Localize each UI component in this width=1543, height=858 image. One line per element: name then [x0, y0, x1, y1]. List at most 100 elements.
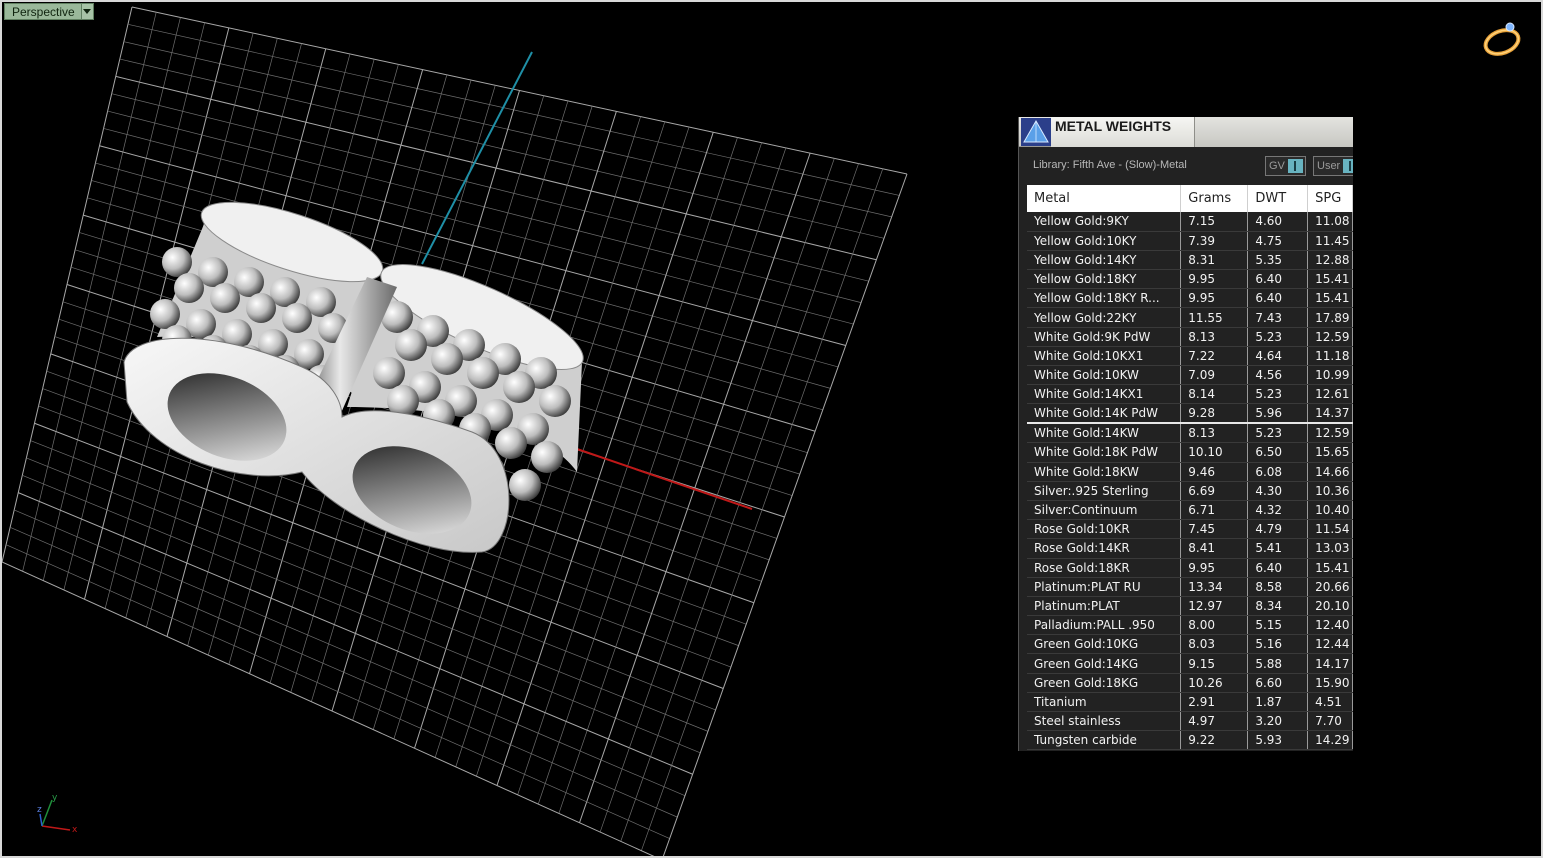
table-row[interactable]: Yellow Gold:14KY 8.31 5.35 12.88	[1027, 250, 1353, 271]
panel-empty-tab	[1195, 117, 1353, 147]
table-row[interactable]: White Gold:14KX1 8.14 5.23 12.61	[1027, 384, 1353, 405]
column-header-grams[interactable]: Grams	[1180, 185, 1249, 212]
table-row[interactable]: Palladium:PALL .950 8.00 5.15 12.40	[1027, 615, 1353, 636]
cell-metal: Platinum:PLAT RU	[1027, 577, 1182, 597]
cell-metal: White Gold:14KW	[1027, 423, 1182, 444]
table-row[interactable]: Silver:.925 Sterling 6.69 4.30 10.36	[1027, 481, 1353, 501]
cell-metal: Yellow Gold:18KY R...	[1027, 288, 1182, 309]
cell-metal: Rose Gold:10KR	[1027, 519, 1182, 540]
cell-metal: White Gold:9K PdW	[1027, 327, 1182, 347]
cell-spg: 10.99	[1307, 365, 1353, 386]
ring-bump	[509, 469, 541, 501]
table-row[interactable]: White Gold:10KW 7.09 4.56 10.99	[1027, 365, 1353, 386]
viewport-name[interactable]: Perspective	[5, 4, 81, 19]
column-header-spg[interactable]: SPG	[1307, 185, 1353, 212]
cell-metal: White Gold:14KX1	[1027, 384, 1182, 405]
gv-toggle-switch[interactable]	[1287, 159, 1303, 173]
table-row[interactable]: Yellow Gold:10KY 7.39 4.75 11.45	[1027, 231, 1353, 251]
column-header-dwt[interactable]: DWT	[1247, 185, 1309, 212]
cell-metal: Palladium:PALL .950	[1027, 615, 1182, 636]
axis-label-z: z	[37, 805, 42, 815]
cell-spg: 20.10	[1307, 596, 1353, 617]
table-row[interactable]: Silver:Continuum 6.71 4.32 10.40	[1027, 500, 1353, 521]
cell-spg: 12.59	[1307, 423, 1353, 444]
grid-line	[662, 173, 908, 856]
table-row[interactable]: White Gold:18KW 9.46 6.08 14.66	[1027, 462, 1353, 482]
cell-dwt: 5.41	[1247, 538, 1309, 559]
cell-spg: 14.66	[1307, 462, 1353, 482]
cell-dwt: 6.50	[1247, 442, 1309, 463]
cell-dwt: 6.08	[1247, 462, 1309, 482]
ring-bump	[395, 329, 427, 361]
viewport-menu-arrow-icon[interactable]	[80, 4, 93, 19]
table-row[interactable]: White Gold:18K PdW 10.10 6.50 15.65	[1027, 442, 1353, 463]
cell-spg: 15.41	[1307, 269, 1353, 290]
cell-dwt: 8.34	[1247, 596, 1309, 617]
panel-title-tab[interactable]: METAL WEIGHTS	[1051, 117, 1195, 147]
cell-spg: 12.40	[1307, 615, 1353, 636]
table-row[interactable]: Yellow Gold:18KY R... 9.95 6.40 15.41	[1027, 288, 1353, 309]
table-row[interactable]: Green Gold:14KG 9.15 5.88 14.17	[1027, 653, 1353, 674]
cell-metal: White Gold:18K PdW	[1027, 442, 1182, 463]
ring-bump	[531, 441, 563, 473]
cell-grams: 9.95	[1180, 558, 1249, 578]
cell-metal: Steel stainless	[1027, 711, 1182, 732]
table-row[interactable]: Green Gold:10KG 8.03 5.16 12.44	[1027, 634, 1353, 655]
cell-dwt: 6.40	[1247, 558, 1309, 578]
user-toggle[interactable]: User	[1313, 156, 1353, 176]
table-row[interactable]: Yellow Gold:18KY 9.95 6.40 15.41	[1027, 269, 1353, 290]
cell-spg: 13.03	[1307, 538, 1353, 559]
metal-weights-table[interactable]: Metal Grams DWT SPG Yellow Gold:9KY 7.15 4…	[1027, 185, 1353, 751]
grid-line	[579, 152, 811, 823]
cell-dwt: 7.43	[1247, 307, 1309, 328]
table-row[interactable]: Rose Gold:18KR 9.95 6.40 15.41	[1027, 558, 1353, 578]
cell-grams: 10.26	[1180, 673, 1249, 693]
grid-line	[599, 158, 835, 833]
cell-grams: 9.22	[1180, 730, 1249, 751]
cell-grams: 9.46	[1180, 462, 1249, 482]
cell-grams: 6.69	[1180, 481, 1249, 501]
table-row[interactable]: White Gold:10KX1 7.22 4.64 11.18	[1027, 346, 1353, 367]
user-toggle-switch[interactable]	[1343, 159, 1353, 173]
cell-grams: 6.71	[1180, 500, 1249, 521]
table-row[interactable]: White Gold:14K PdW 9.28 5.96 14.37	[1027, 403, 1353, 425]
cell-metal: Yellow Gold:14KY	[1027, 250, 1182, 271]
table-row[interactable]: Green Gold:18KG 10.26 6.60 15.90	[1027, 673, 1353, 693]
cell-dwt: 6.40	[1247, 269, 1309, 290]
table-row[interactable]: Titanium 2.91 1.87 4.51	[1027, 692, 1353, 713]
table-row[interactable]: Steel stainless 4.97 3.20 7.70	[1027, 711, 1353, 732]
panel-title: METAL WEIGHTS	[1055, 118, 1172, 134]
gv-toggle[interactable]: GV	[1265, 156, 1306, 176]
cell-grams: 7.22	[1180, 346, 1249, 367]
cell-dwt: 4.30	[1247, 481, 1309, 501]
table-row[interactable]: Platinum:PLAT 12.97 8.34 20.10	[1027, 596, 1353, 617]
axis-gizmo-icon: x y z	[37, 793, 78, 835]
ring-bump	[503, 371, 535, 403]
table-row[interactable]: Rose Gold:14KR 8.41 5.41 13.03	[1027, 538, 1353, 559]
ring-icon[interactable]	[1480, 20, 1524, 60]
viewport-title-tab[interactable]: Perspective	[4, 3, 94, 20]
table-row[interactable]: Yellow Gold:22KY 11.55 7.43 17.89	[1027, 307, 1353, 328]
cell-dwt: 5.23	[1247, 384, 1309, 405]
table-row[interactable]: Platinum:PLAT RU 13.34 8.58 20.66	[1027, 577, 1353, 597]
metal-weights-panel[interactable]: METAL WEIGHTS Library: Fifth Ave - (Slow…	[1018, 117, 1353, 751]
table-row[interactable]: Tungsten carbide 9.22 5.93 14.29	[1027, 730, 1353, 751]
cell-grams: 11.55	[1180, 307, 1249, 328]
cell-spg: 15.90	[1307, 673, 1353, 693]
cell-metal: Platinum:PLAT	[1027, 596, 1182, 617]
column-header-metal[interactable]: Metal	[1027, 185, 1182, 212]
table-row[interactable]: White Gold:9K PdW 8.13 5.23 12.59	[1027, 327, 1353, 347]
cell-spg: 10.40	[1307, 500, 1353, 521]
cell-grams: 9.15	[1180, 653, 1249, 674]
ring-model[interactable]	[123, 186, 595, 553]
cell-metal: White Gold:10KX1	[1027, 346, 1182, 367]
grid-line	[14, 509, 686, 797]
grid-line	[9, 526, 678, 818]
table-row[interactable]: Yellow Gold:9KY 7.15 4.60 11.08	[1027, 212, 1353, 232]
cell-spg: 10.36	[1307, 481, 1353, 501]
table-row[interactable]: Rose Gold:10KR 7.45 4.79 11.54	[1027, 519, 1353, 540]
cell-spg: 15.41	[1307, 558, 1353, 578]
cell-dwt: 6.60	[1247, 673, 1309, 693]
cell-grams: 4.97	[1180, 711, 1249, 732]
table-row[interactable]: White Gold:14KW 8.13 5.23 12.59	[1027, 423, 1353, 444]
